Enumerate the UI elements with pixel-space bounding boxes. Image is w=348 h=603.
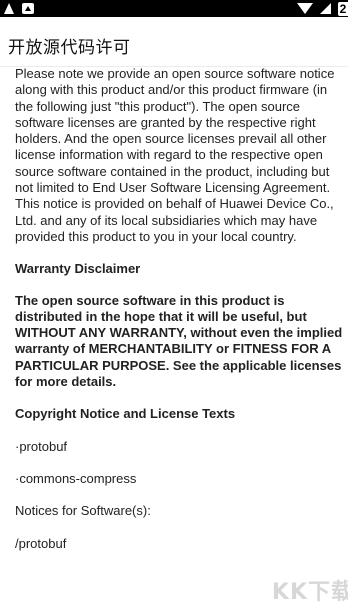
- status-bar: 2: [0, 0, 348, 17]
- signal-icon: [320, 3, 331, 14]
- notice-path: /protobuf: [15, 535, 67, 551]
- warning-icon: [4, 3, 14, 14]
- warranty-heading: Warranty Disclaimer: [15, 261, 141, 277]
- warranty-paragraph: The open source software in this product…: [15, 292, 343, 390]
- app-notification-icon: [22, 3, 34, 14]
- page-title: 开放源代码许可: [8, 38, 131, 58]
- status-number: 2: [338, 1, 348, 16]
- component-item: ·protobuf: [15, 438, 68, 454]
- app-bar: 开放源代码许可: [0, 17, 348, 67]
- license-content[interactable]: Please note we provide an open source so…: [15, 66, 346, 552]
- copyright-heading: Copyright Notice and License Texts: [15, 406, 236, 422]
- wifi-icon: [297, 3, 313, 14]
- component-item: ·commons-compress: [15, 470, 137, 486]
- watermark-text: KK下载: [271, 580, 348, 603]
- status-left-icons: [4, 2, 34, 15]
- watermark-logo: KK下载: [248, 575, 348, 603]
- intro-paragraph: Please note we provide an open source so…: [15, 66, 335, 244]
- status-right-icons: 2: [297, 1, 348, 16]
- notices-label: Notices for Software(s):: [15, 503, 151, 519]
